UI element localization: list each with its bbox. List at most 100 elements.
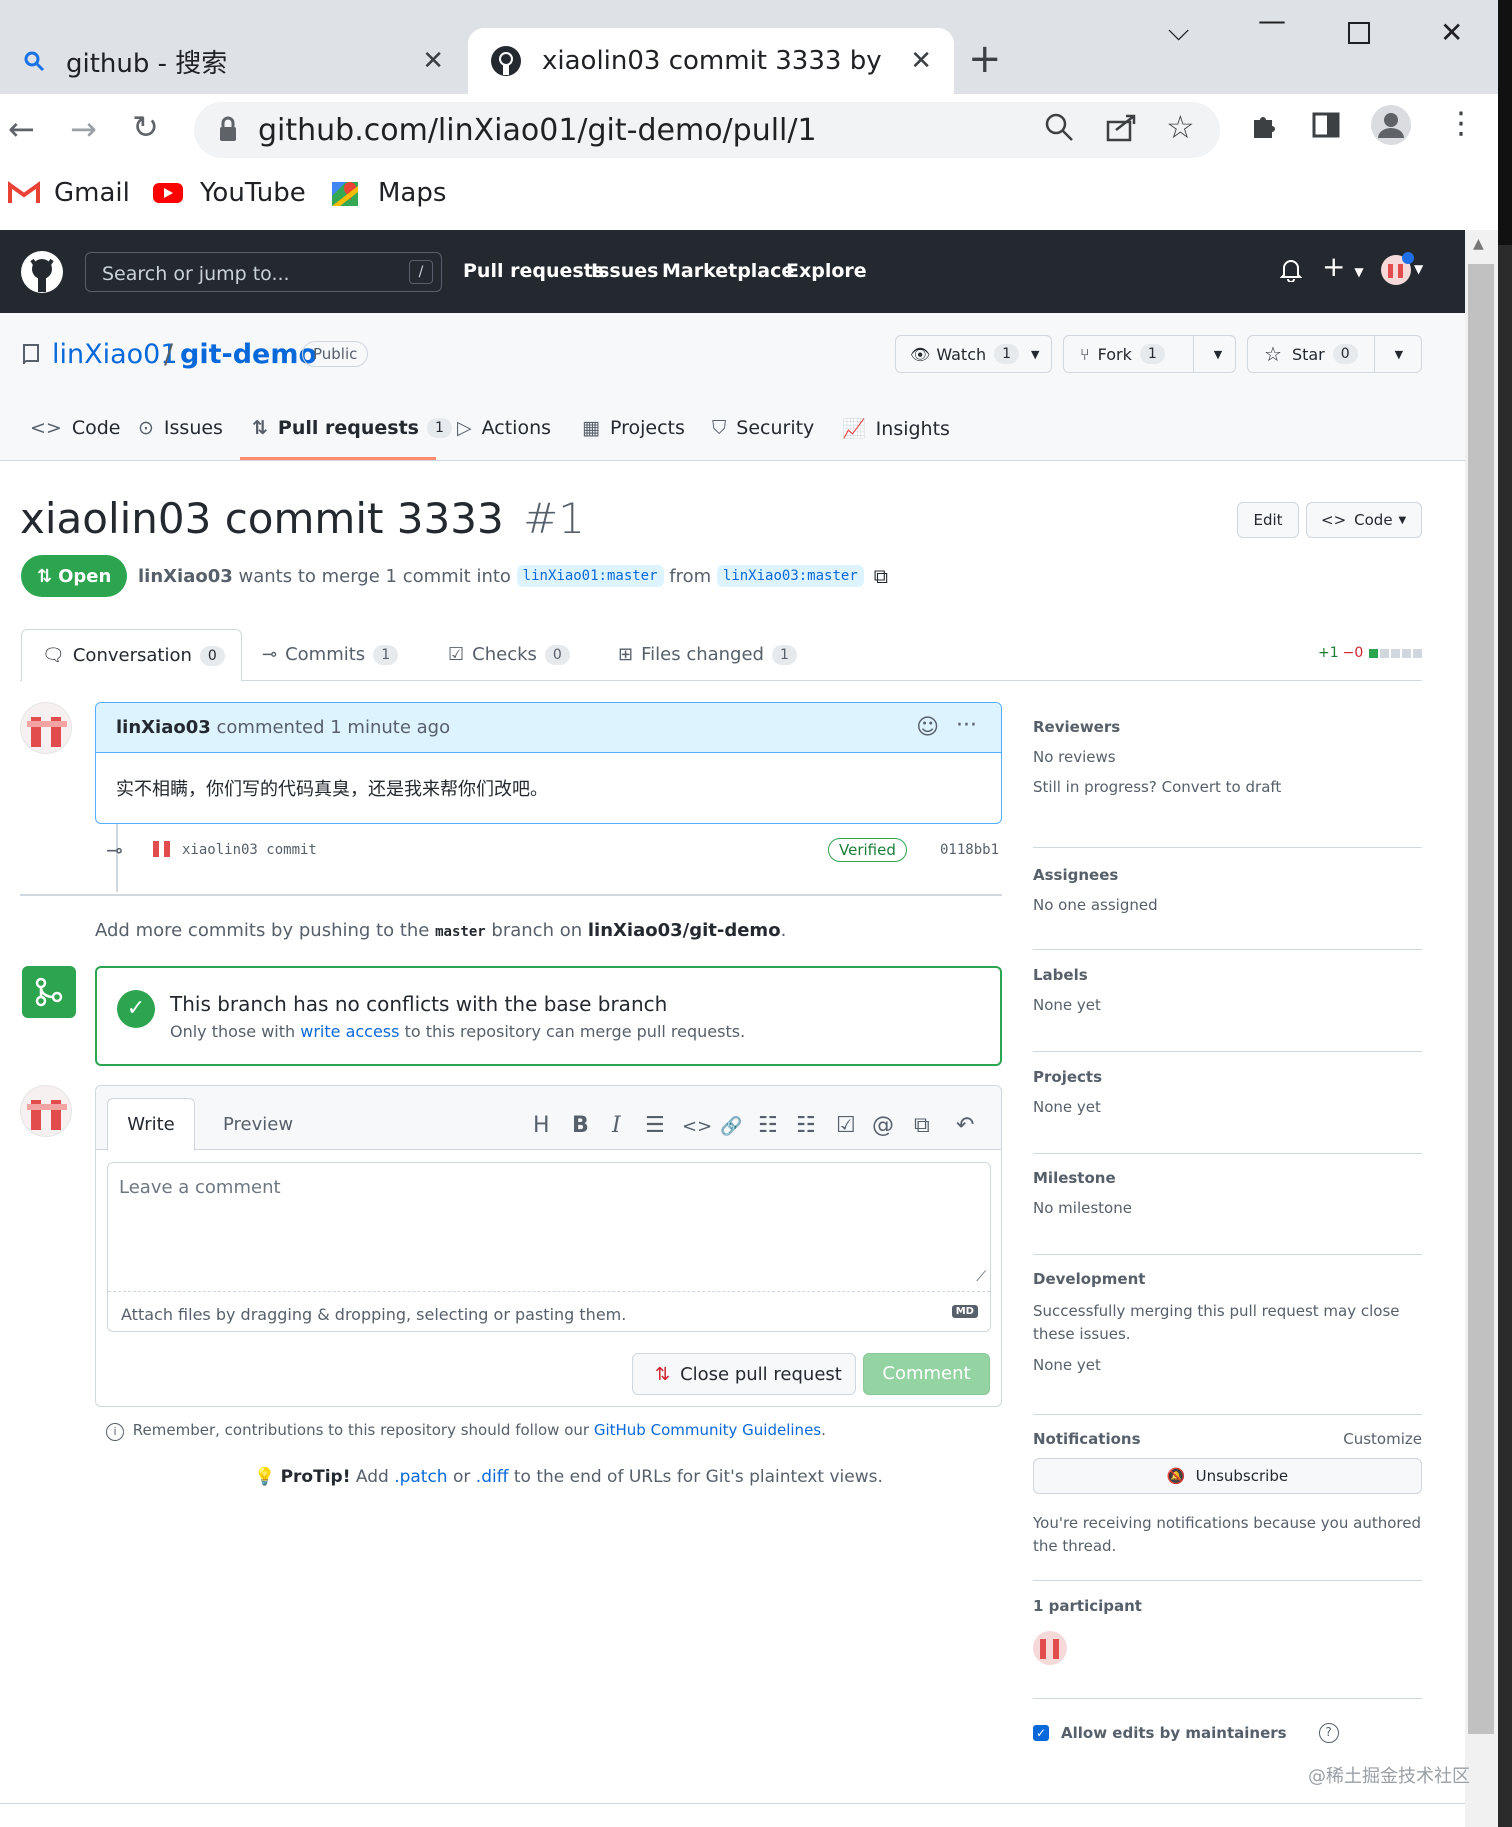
browser-tab-search[interactable]: github - 搜索 ✕ bbox=[0, 28, 466, 94]
copy-icon[interactable]: ⧉ bbox=[874, 564, 888, 588]
menu-kebab-icon[interactable]: ⋮ bbox=[1446, 106, 1476, 141]
bullet-list-icon[interactable]: ☷ bbox=[758, 1113, 778, 1138]
convert-to-draft-link[interactable]: Still in progress? Convert to draft bbox=[1033, 778, 1422, 796]
nav-issues[interactable]: Issues bbox=[591, 260, 658, 282]
markdown-icon[interactable]: MD bbox=[951, 1305, 978, 1318]
allow-edits-label[interactable]: Allow edits by maintainers bbox=[1061, 1724, 1287, 1742]
task-list-icon[interactable]: ☑ bbox=[836, 1113, 856, 1138]
emoji-reaction-icon[interactable]: ☺ bbox=[916, 715, 939, 740]
edit-button[interactable]: Edit bbox=[1237, 502, 1299, 538]
github-logo-icon[interactable] bbox=[20, 250, 64, 298]
search-input[interactable]: Search or jump to... / bbox=[85, 252, 442, 292]
reference-icon[interactable]: ⧉ bbox=[914, 1113, 930, 1138]
star-dropdown-icon[interactable]: ▼ bbox=[1373, 335, 1403, 373]
tab-projects[interactable]: ▦ Projects bbox=[582, 417, 685, 439]
commit-author-avatar[interactable] bbox=[150, 836, 174, 864]
italic-icon[interactable]: I bbox=[612, 1113, 621, 1138]
tab-files-changed[interactable]: ⊞ Files changed 1 bbox=[618, 644, 797, 665]
unsubscribe-button[interactable]: 🔕 Unsubscribe bbox=[1033, 1458, 1422, 1494]
bold-icon[interactable]: B bbox=[572, 1113, 589, 1138]
push-hint-repo[interactable]: linXiao03/git-demo bbox=[588, 920, 781, 941]
code-button[interactable]: <> Code ▼ bbox=[1306, 502, 1422, 538]
comment-button[interactable]: Comment bbox=[863, 1353, 990, 1395]
comment-meta[interactable]: commented 1 minute ago bbox=[217, 717, 451, 738]
reply-icon[interactable]: ↶ bbox=[956, 1113, 974, 1138]
star-button[interactable]: ☆ Star 0 ▼ bbox=[1247, 335, 1422, 373]
assignees-title[interactable]: Assignees bbox=[1033, 866, 1422, 884]
close-icon[interactable]: ✕ bbox=[910, 46, 932, 76]
repo-owner-link[interactable]: linXiao01 bbox=[52, 339, 178, 370]
forward-icon[interactable]: → bbox=[70, 110, 97, 148]
close-pull-request-button[interactable]: ⇅ Close pull request bbox=[632, 1353, 856, 1395]
extensions-icon[interactable] bbox=[1250, 110, 1280, 144]
link-icon[interactable]: 🔗 bbox=[720, 1116, 742, 1137]
head-branch[interactable]: linXiao03:master bbox=[716, 565, 864, 587]
diff-link[interactable]: .diff bbox=[476, 1467, 509, 1487]
commit-message-link[interactable]: xiaolin03 commit bbox=[182, 842, 317, 858]
write-access-link[interactable]: write access bbox=[300, 1022, 399, 1041]
window-close-icon[interactable]: ✕ bbox=[1440, 16, 1463, 49]
base-branch[interactable]: linXiao01:master bbox=[516, 565, 664, 587]
question-icon[interactable]: ? bbox=[1318, 1723, 1339, 1743]
reviewers-title[interactable]: Reviewers bbox=[1033, 718, 1422, 736]
comment-author[interactable]: linXiao03 bbox=[116, 717, 211, 738]
bookmark-youtube[interactable]: YouTube bbox=[152, 166, 306, 220]
avatar[interactable] bbox=[20, 1085, 72, 1137]
quote-icon[interactable]: ☰ bbox=[645, 1113, 665, 1138]
heading-icon[interactable]: H bbox=[533, 1113, 550, 1138]
tab-security[interactable]: ⛉ Security bbox=[712, 417, 814, 439]
labels-title[interactable]: Labels bbox=[1033, 966, 1422, 984]
tab-actions[interactable]: ▷ Actions bbox=[457, 417, 551, 439]
pr-author[interactable]: linXiao03 bbox=[138, 566, 233, 587]
url-field[interactable]: github.com/linXiao01/git-demo/pull/1 ☆ bbox=[194, 102, 1220, 158]
bookmark-gmail[interactable]: Gmail bbox=[8, 166, 130, 220]
scroll-up-arrow-icon[interactable]: ▲ bbox=[1473, 236, 1484, 252]
maximize-icon[interactable] bbox=[1348, 18, 1370, 51]
create-new-icon[interactable]: + ▼ bbox=[1322, 250, 1364, 283]
profile-icon[interactable] bbox=[1370, 104, 1412, 150]
nav-pull-requests[interactable]: Pull requests bbox=[463, 260, 604, 282]
code-icon[interactable]: <> bbox=[682, 1116, 712, 1137]
tab-search-chevron-icon[interactable]: ⌵ bbox=[1168, 14, 1189, 48]
customize-link[interactable]: Customize bbox=[1343, 1430, 1422, 1448]
attach-hint[interactable]: Attach files by dragging & dropping, sel… bbox=[121, 1305, 626, 1324]
participant-avatar[interactable] bbox=[1033, 1631, 1067, 1665]
tab-insights[interactable]: 📈 Insights bbox=[842, 417, 950, 441]
patch-link[interactable]: .patch bbox=[394, 1467, 447, 1487]
minimize-icon[interactable]: — bbox=[1258, 4, 1286, 37]
more-options-icon[interactable]: ··· bbox=[956, 713, 977, 738]
tab-checks[interactable]: ☑ Checks 0 bbox=[448, 644, 570, 665]
nav-explore[interactable]: Explore bbox=[786, 260, 867, 282]
milestone-title[interactable]: Milestone bbox=[1033, 1169, 1422, 1187]
verified-badge[interactable]: Verified bbox=[828, 838, 907, 862]
mention-icon[interactable]: @ bbox=[872, 1113, 894, 1138]
resize-handle-icon[interactable]: ⟋ bbox=[976, 1269, 986, 1285]
nav-marketplace[interactable]: Marketplace bbox=[662, 260, 794, 282]
watch-button[interactable]: 👁 Watch 1 ▼ bbox=[895, 335, 1052, 373]
tab-commits[interactable]: ⊸ Commits 1 bbox=[262, 644, 399, 665]
share-icon[interactable] bbox=[1106, 112, 1138, 146]
community-guidelines-link[interactable]: GitHub Community Guidelines bbox=[594, 1421, 821, 1439]
tab-conversation[interactable]: 🗨 Conversation 0 bbox=[21, 629, 242, 681]
reload-icon[interactable]: ↻ bbox=[132, 108, 159, 146]
bookmark-star-icon[interactable]: ☆ bbox=[1166, 108, 1195, 146]
tab-pull-requests[interactable]: ⇅ Pull requests 1 bbox=[252, 417, 452, 439]
preview-tab[interactable]: Preview bbox=[223, 1114, 293, 1135]
projects-title[interactable]: Projects bbox=[1033, 1068, 1422, 1086]
zoom-icon[interactable] bbox=[1044, 112, 1074, 146]
side-panel-icon[interactable] bbox=[1312, 112, 1340, 142]
avatar[interactable] bbox=[20, 702, 72, 754]
bookmark-maps[interactable]: Maps bbox=[330, 166, 446, 220]
comment-textarea[interactable]: Leave a comment ⟋ Attach files by draggi… bbox=[107, 1162, 991, 1332]
tab-issues[interactable]: ⊙ Issues bbox=[138, 417, 223, 439]
browser-tab-pr[interactable]: xiaolin03 commit 3333 by linXi ✕ bbox=[468, 28, 954, 94]
new-tab-icon[interactable]: + bbox=[968, 36, 1002, 82]
commit-sha-link[interactable]: 0118bb1 bbox=[940, 842, 999, 858]
scrollbar-thumb[interactable] bbox=[1468, 264, 1494, 1734]
page-scrollbar-track[interactable]: ▲ bbox=[1465, 230, 1498, 1827]
allow-edits-checkbox[interactable]: ✓ bbox=[1033, 1725, 1049, 1741]
fork-button[interactable]: ⑂ Fork 1 ▼ bbox=[1063, 335, 1236, 373]
write-tab[interactable]: Write bbox=[107, 1098, 195, 1151]
repo-name-link[interactable]: git-demo bbox=[180, 339, 317, 370]
fork-dropdown-icon[interactable]: ▼ bbox=[1192, 335, 1222, 373]
